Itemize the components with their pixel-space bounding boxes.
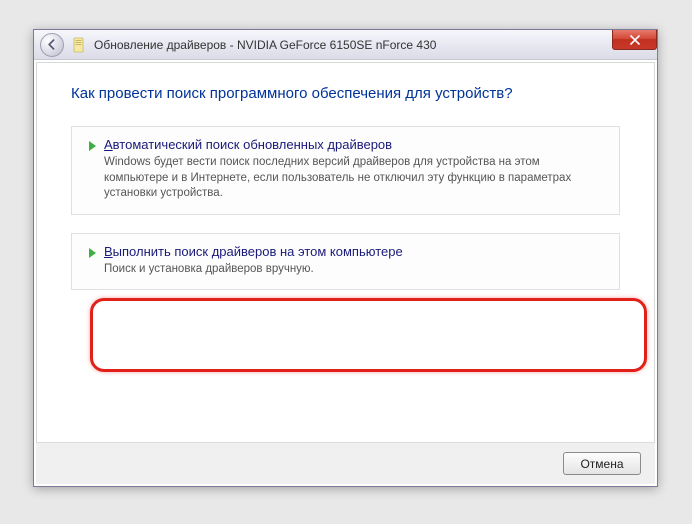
option-arrow-icon xyxy=(86,244,104,278)
option-desc: Поиск и установка драйверов вручную. xyxy=(104,262,605,278)
page-heading: Как провести поиск программного обеспече… xyxy=(71,85,620,102)
option-text: Автоматический поиск обновленных драйвер… xyxy=(104,137,605,202)
content-pane: Как провести поиск программного обеспече… xyxy=(36,62,655,484)
option-desc: Windows будет вести поиск последних верс… xyxy=(104,155,605,202)
option-title: Автоматический поиск обновленных драйвер… xyxy=(104,137,605,152)
close-icon xyxy=(630,35,640,45)
back-arrow-icon xyxy=(47,39,58,50)
option-title: Выполнить поиск драйверов на этом компью… xyxy=(104,244,605,259)
titlebar: Обновление драйверов - NVIDIA GeForce 61… xyxy=(34,30,657,60)
footer-bar: Отмена xyxy=(36,442,655,484)
device-icon xyxy=(72,37,88,53)
back-button[interactable] xyxy=(40,33,64,57)
option-auto-search[interactable]: Автоматический поиск обновленных драйвер… xyxy=(71,126,620,215)
option-arrow-icon xyxy=(86,137,104,202)
close-button[interactable] xyxy=(612,30,657,50)
window-title: Обновление драйверов - NVIDIA GeForce 61… xyxy=(94,38,436,52)
option-browse-computer[interactable]: Выполнить поиск драйверов на этом компью… xyxy=(71,233,620,291)
cancel-button[interactable]: Отмена xyxy=(563,452,641,475)
content-wrapper: Как провести поиск программного обеспече… xyxy=(34,60,657,486)
dialog-window: Обновление драйверов - NVIDIA GeForce 61… xyxy=(33,29,658,487)
option-text: Выполнить поиск драйверов на этом компью… xyxy=(104,244,605,278)
